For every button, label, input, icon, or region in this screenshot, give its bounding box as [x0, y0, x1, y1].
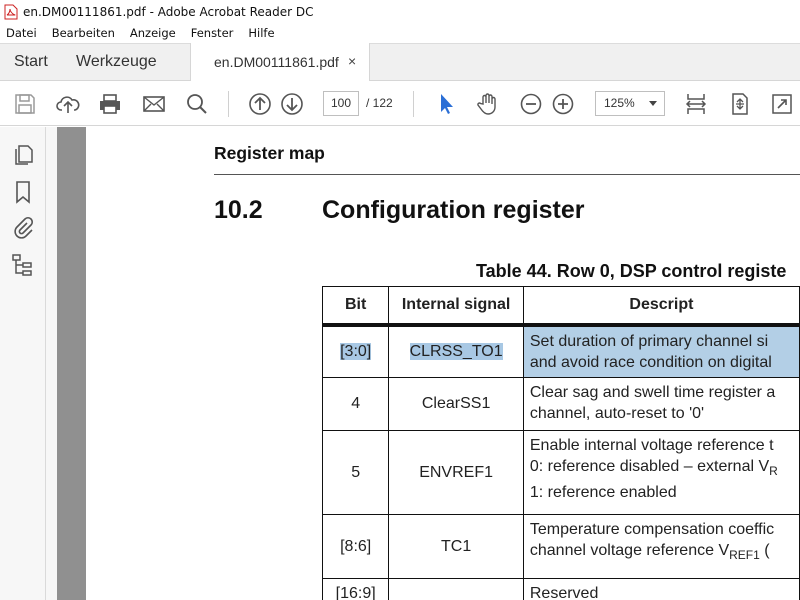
- description-line: 0: reference disabled – external VR: [530, 456, 799, 482]
- fullscreen-icon[interactable]: [770, 92, 794, 116]
- tab-document[interactable]: en.DM00111861.pdf ×: [190, 43, 370, 81]
- document-background: [57, 127, 86, 600]
- toolbar: 100 / 122 125%: [0, 81, 800, 126]
- description-line: Clear sag and swell time register a: [529, 384, 776, 401]
- save-icon[interactable]: [13, 92, 37, 116]
- page-up-icon[interactable]: [248, 92, 272, 116]
- layers-icon[interactable]: [11, 253, 35, 277]
- selected-text: CLRSS_TO1: [409, 342, 503, 360]
- description-text: (: [759, 542, 770, 559]
- page-number-input[interactable]: 100: [323, 91, 359, 116]
- subscript-text: R: [769, 464, 778, 478]
- cell-bit: [3:0]: [321, 324, 390, 378]
- menu-datei[interactable]: Datei: [6, 26, 37, 40]
- chevron-down-icon: [649, 101, 657, 106]
- toolbar-separator: [228, 91, 229, 117]
- table-header-row: Bit Internal signal Descript: [321, 286, 800, 327]
- description-line: and avoid race condition on digital: [529, 353, 772, 371]
- zoom-select[interactable]: 125%: [595, 91, 665, 116]
- menu-bearbeiten[interactable]: Bearbeiten: [52, 26, 115, 40]
- tab-tools[interactable]: Werkzeuge: [76, 53, 157, 71]
- attachment-icon[interactable]: [11, 216, 35, 240]
- table-row: [16:9] Reserved: [321, 578, 800, 600]
- zoom-in-icon[interactable]: [551, 92, 575, 116]
- cell-signal: [388, 578, 524, 600]
- table-row: 5 ENVREF1 Enable internal voltage refere…: [321, 430, 800, 515]
- navigation-pane: [0, 127, 46, 600]
- table-row: 4 ClearSS1 Clear sag and swell time regi…: [321, 377, 800, 431]
- description-line: Enable internal voltage reference t: [529, 437, 774, 454]
- select-cursor-icon[interactable]: [434, 92, 458, 116]
- description-text: channel voltage reference V: [529, 542, 730, 559]
- cell-signal: CLRSS_TO1: [388, 324, 524, 378]
- close-tab-icon[interactable]: ×: [348, 53, 356, 69]
- description-line: 1: reference enabled: [529, 484, 677, 501]
- fit-width-icon[interactable]: [684, 92, 708, 116]
- register-table: Bit Internal signal Descript [3:0] CLRSS…: [321, 286, 800, 600]
- cell-description: Reserved: [522, 578, 800, 600]
- table-row: [3:0] CLRSS_TO1 Set duration of primary …: [321, 324, 800, 378]
- zoom-out-icon[interactable]: [519, 92, 543, 116]
- menu-bar: Datei Bearbeiten Anzeige Fenster Hilfe: [0, 23, 800, 43]
- title-bar: en.DM00111861.pdf - Adobe Acrobat Reader…: [0, 0, 800, 23]
- cell-description: Enable internal voltage reference t 0: r…: [522, 430, 800, 515]
- header-rule: [214, 174, 800, 175]
- search-icon[interactable]: [185, 92, 209, 116]
- document-gutter: [46, 127, 57, 600]
- cell-description: Clear sag and swell time register a chan…: [522, 377, 800, 431]
- acrobat-pdf-icon: [4, 4, 18, 20]
- section-title: Configuration register: [322, 196, 585, 224]
- cell-bit: [16:9]: [321, 578, 390, 600]
- hand-tool-icon[interactable]: [476, 92, 500, 116]
- table-caption: Table 44. Row 0, DSP control registe: [476, 261, 787, 281]
- mail-icon[interactable]: [142, 92, 166, 116]
- description-line: channel, auto-reset to '0': [529, 405, 705, 422]
- cell-bit: [8:6]: [321, 514, 390, 579]
- print-icon[interactable]: [98, 92, 122, 116]
- cell-description: Set duration of primary channel si and a…: [522, 324, 800, 378]
- menu-hilfe[interactable]: Hilfe: [248, 26, 274, 40]
- cell-signal: ENVREF1: [388, 430, 524, 515]
- description-text: 0: reference disabled – external V: [529, 458, 770, 475]
- upload-icon[interactable]: [56, 92, 80, 116]
- cell-signal: ClearSS1: [388, 377, 524, 431]
- window-title: en.DM00111861.pdf - Adobe Acrobat Reader…: [23, 4, 314, 19]
- pages-icon[interactable]: [11, 143, 35, 167]
- description-line: channel voltage reference VREF1 (: [530, 540, 799, 566]
- page-down-icon[interactable]: [280, 92, 304, 116]
- table-row: [8:6] TC1 Temperature compensation coeff…: [321, 514, 800, 579]
- menu-fenster[interactable]: Fenster: [191, 26, 234, 40]
- tab-start[interactable]: Start: [14, 53, 48, 71]
- cell-description: Temperature compensation coeffic channel…: [522, 514, 800, 579]
- section-number: 10.2: [214, 196, 263, 224]
- description-line: Set duration of primary channel si: [529, 332, 769, 350]
- page-header: Register map: [214, 143, 325, 163]
- selected-text: [3:0]: [340, 342, 372, 360]
- subscript-text: REF1: [729, 548, 760, 562]
- column-header-signal: Internal signal: [388, 286, 524, 327]
- cell-signal: TC1: [388, 514, 524, 579]
- tab-bar: Start Werkzeuge en.DM00111861.pdf ×: [0, 43, 800, 81]
- zoom-value: 125%: [604, 96, 635, 110]
- fit-page-icon[interactable]: [728, 92, 752, 116]
- menu-anzeige[interactable]: Anzeige: [130, 26, 176, 40]
- page-total: / 122: [366, 96, 393, 110]
- tab-document-label: en.DM00111861.pdf: [214, 54, 339, 70]
- toolbar-separator: [413, 91, 414, 117]
- cell-bit: 4: [321, 377, 390, 431]
- cell-bit: 5: [321, 430, 390, 515]
- description-line: Reserved: [529, 585, 599, 600]
- column-header-bit: Bit: [321, 286, 390, 327]
- pdf-page: Register map 10.2 Configuration register…: [86, 127, 800, 600]
- bookmark-icon[interactable]: [11, 180, 35, 204]
- description-line: Temperature compensation coeffic: [529, 521, 775, 538]
- column-header-description: Descript: [522, 286, 800, 327]
